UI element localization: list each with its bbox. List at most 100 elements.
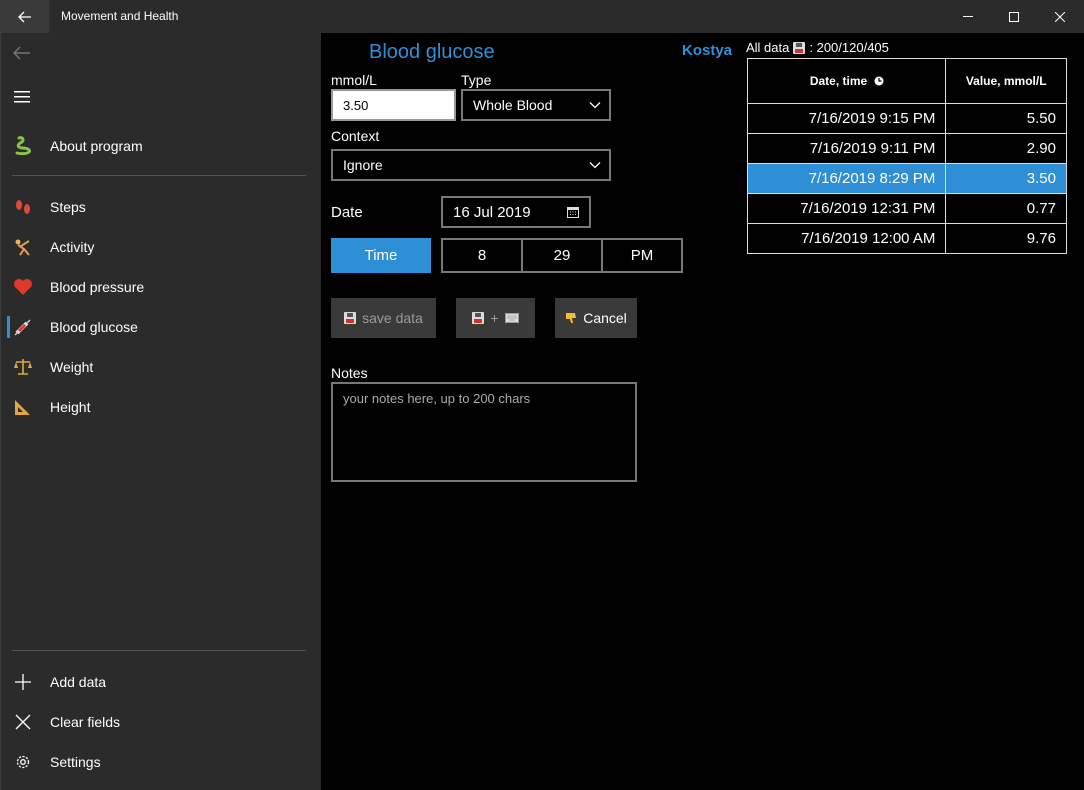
context-selected-value: Ignore <box>343 157 383 173</box>
chevron-down-icon <box>589 162 601 169</box>
sidebar-item-blood-pressure[interactable]: Blood pressure <box>1 267 321 307</box>
chevron-down-icon <box>589 102 601 109</box>
date-label: Date <box>331 204 363 221</box>
table-row-selected[interactable]: 7/16/2019 8:29 PM 3.50 <box>746 163 1067 194</box>
notes-placeholder: your notes here, up to 200 chars <box>343 391 531 406</box>
settings-label: Settings <box>50 754 101 770</box>
scales-icon <box>11 355 35 379</box>
sidebar-item-label: About program <box>50 138 143 154</box>
sidebar-item-about-program[interactable]: About program <box>1 126 321 166</box>
sidebar-item-label: Blood glucose <box>50 319 138 335</box>
notes-label: Notes <box>331 365 368 381</box>
triangle-ruler-icon <box>11 395 35 419</box>
user-name[interactable]: Kostya <box>682 42 732 59</box>
sidebar-back-button[interactable] <box>1 33 321 73</box>
all-data-counts: : 200/120/405 <box>809 40 889 55</box>
keyboard-icon <box>504 313 519 323</box>
data-table: Date, time Value, mmol/L 7/16/2019 9:15 … <box>746 58 1067 254</box>
time-button-label: Time <box>364 247 398 264</box>
date-value: 16 Jul 2019 <box>453 203 531 221</box>
clear-fields-label: Clear fields <box>50 714 121 730</box>
glucose-value-text: 3.50 <box>343 97 369 113</box>
window-title: Movement and Health <box>61 9 179 23</box>
sidebar-item-height[interactable]: Height <box>1 387 321 427</box>
floppy-disk-icon <box>472 312 485 324</box>
minimize-icon <box>963 16 973 17</box>
add-data-label: Add data <box>50 674 107 690</box>
gear-icon <box>11 750 35 774</box>
sidebar-item-activity[interactable]: Activity <box>1 227 321 267</box>
minute-cell[interactable]: 29 <box>521 240 601 271</box>
table-row[interactable]: 7/16/2019 9:15 PM 5.50 <box>746 103 1067 134</box>
title-bar: Movement and Health <box>0 0 1084 33</box>
floppy-disk-icon <box>793 41 806 54</box>
sidebar-item-label: Activity <box>50 239 95 255</box>
time-button[interactable]: Time <box>331 238 431 273</box>
hour-cell[interactable]: 8 <box>443 240 521 271</box>
table-row[interactable]: 7/16/2019 12:00 AM 9.76 <box>746 223 1067 254</box>
save-and-new-button[interactable]: + <box>456 298 535 338</box>
datetime-cell: 7/16/2019 9:11 PM <box>746 133 947 164</box>
maximize-icon <box>1009 11 1019 22</box>
column-header-value[interactable]: Value, mmol/L <box>945 58 1067 104</box>
all-data-label: All data <box>746 40 790 55</box>
context-select[interactable]: Ignore <box>331 149 611 181</box>
sidebar-item-blood-glucose[interactable]: Blood glucose <box>1 307 321 347</box>
settings-button[interactable]: Settings <box>1 742 321 782</box>
thumbs-down-icon <box>566 313 577 323</box>
sidebar-item-label: Weight <box>50 359 94 375</box>
plus-sign: + <box>490 310 499 326</box>
minimize-button[interactable] <box>945 0 991 33</box>
notes-textarea[interactable]: your notes here, up to 200 chars <box>331 382 637 482</box>
syringe-icon <box>11 315 35 339</box>
close-button[interactable] <box>1037 0 1083 33</box>
value-cell: 9.76 <box>945 223 1067 254</box>
page-title: Blood glucose <box>369 41 495 63</box>
footprints-icon <box>11 195 35 219</box>
datetime-cell: 7/16/2019 12:00 AM <box>746 223 947 254</box>
gymnast-icon <box>11 235 35 259</box>
hamburger-icon <box>14 91 30 103</box>
save-data-button[interactable]: save data <box>331 298 436 338</box>
value-cell: 5.50 <box>945 103 1067 134</box>
table-row[interactable]: 7/16/2019 12:31 PM 0.77 <box>746 193 1067 224</box>
titlebar-back-button[interactable] <box>0 0 49 33</box>
add-data-button[interactable]: Add data <box>1 662 321 702</box>
column-header-datetime[interactable]: Date, time <box>746 58 947 104</box>
type-selected-value: Whole Blood <box>473 97 553 113</box>
back-arrow-icon <box>17 11 31 22</box>
sidebar-item-label: Height <box>50 399 91 415</box>
value-label: mmol/L <box>331 72 377 88</box>
cancel-label: Cancel <box>583 310 627 326</box>
context-label: Context <box>331 128 380 144</box>
x-icon <box>11 710 35 734</box>
sidebar: About program Steps Activity Blood press… <box>0 33 321 790</box>
sidebar-item-steps[interactable]: Steps <box>1 187 321 227</box>
save-data-label: save data <box>362 310 423 326</box>
datetime-cell: 7/16/2019 9:15 PM <box>746 103 947 134</box>
ampm-cell[interactable]: PM <box>601 240 681 271</box>
type-label: Type <box>461 72 492 88</box>
hamburger-menu-button[interactable] <box>1 77 321 117</box>
value-cell: 2.90 <box>945 133 1067 164</box>
value-cell: 3.50 <box>945 163 1067 194</box>
sidebar-item-weight[interactable]: Weight <box>1 347 321 387</box>
sidebar-divider <box>12 175 306 176</box>
value-cell: 0.77 <box>945 193 1067 224</box>
glucose-value-input[interactable]: 3.50 <box>331 89 456 121</box>
snake-icon <box>11 134 35 158</box>
maximize-button[interactable] <box>991 0 1037 33</box>
datetime-cell: 7/16/2019 8:29 PM <box>746 163 947 194</box>
cancel-button[interactable]: Cancel <box>555 298 637 338</box>
datetime-cell: 7/16/2019 12:31 PM <box>746 193 947 224</box>
date-picker[interactable]: 16 Jul 2019 <box>441 196 591 228</box>
clock-icon <box>874 76 884 86</box>
time-picker[interactable]: 8 29 PM <box>441 238 683 273</box>
plus-icon <box>11 670 35 694</box>
clear-fields-button[interactable]: Clear fields <box>1 702 321 742</box>
type-select[interactable]: Whole Blood <box>461 89 611 121</box>
table-row[interactable]: 7/16/2019 9:11 PM 2.90 <box>746 133 1067 164</box>
selection-indicator <box>7 316 10 338</box>
floppy-disk-icon <box>344 312 357 324</box>
heart-icon <box>11 275 35 299</box>
